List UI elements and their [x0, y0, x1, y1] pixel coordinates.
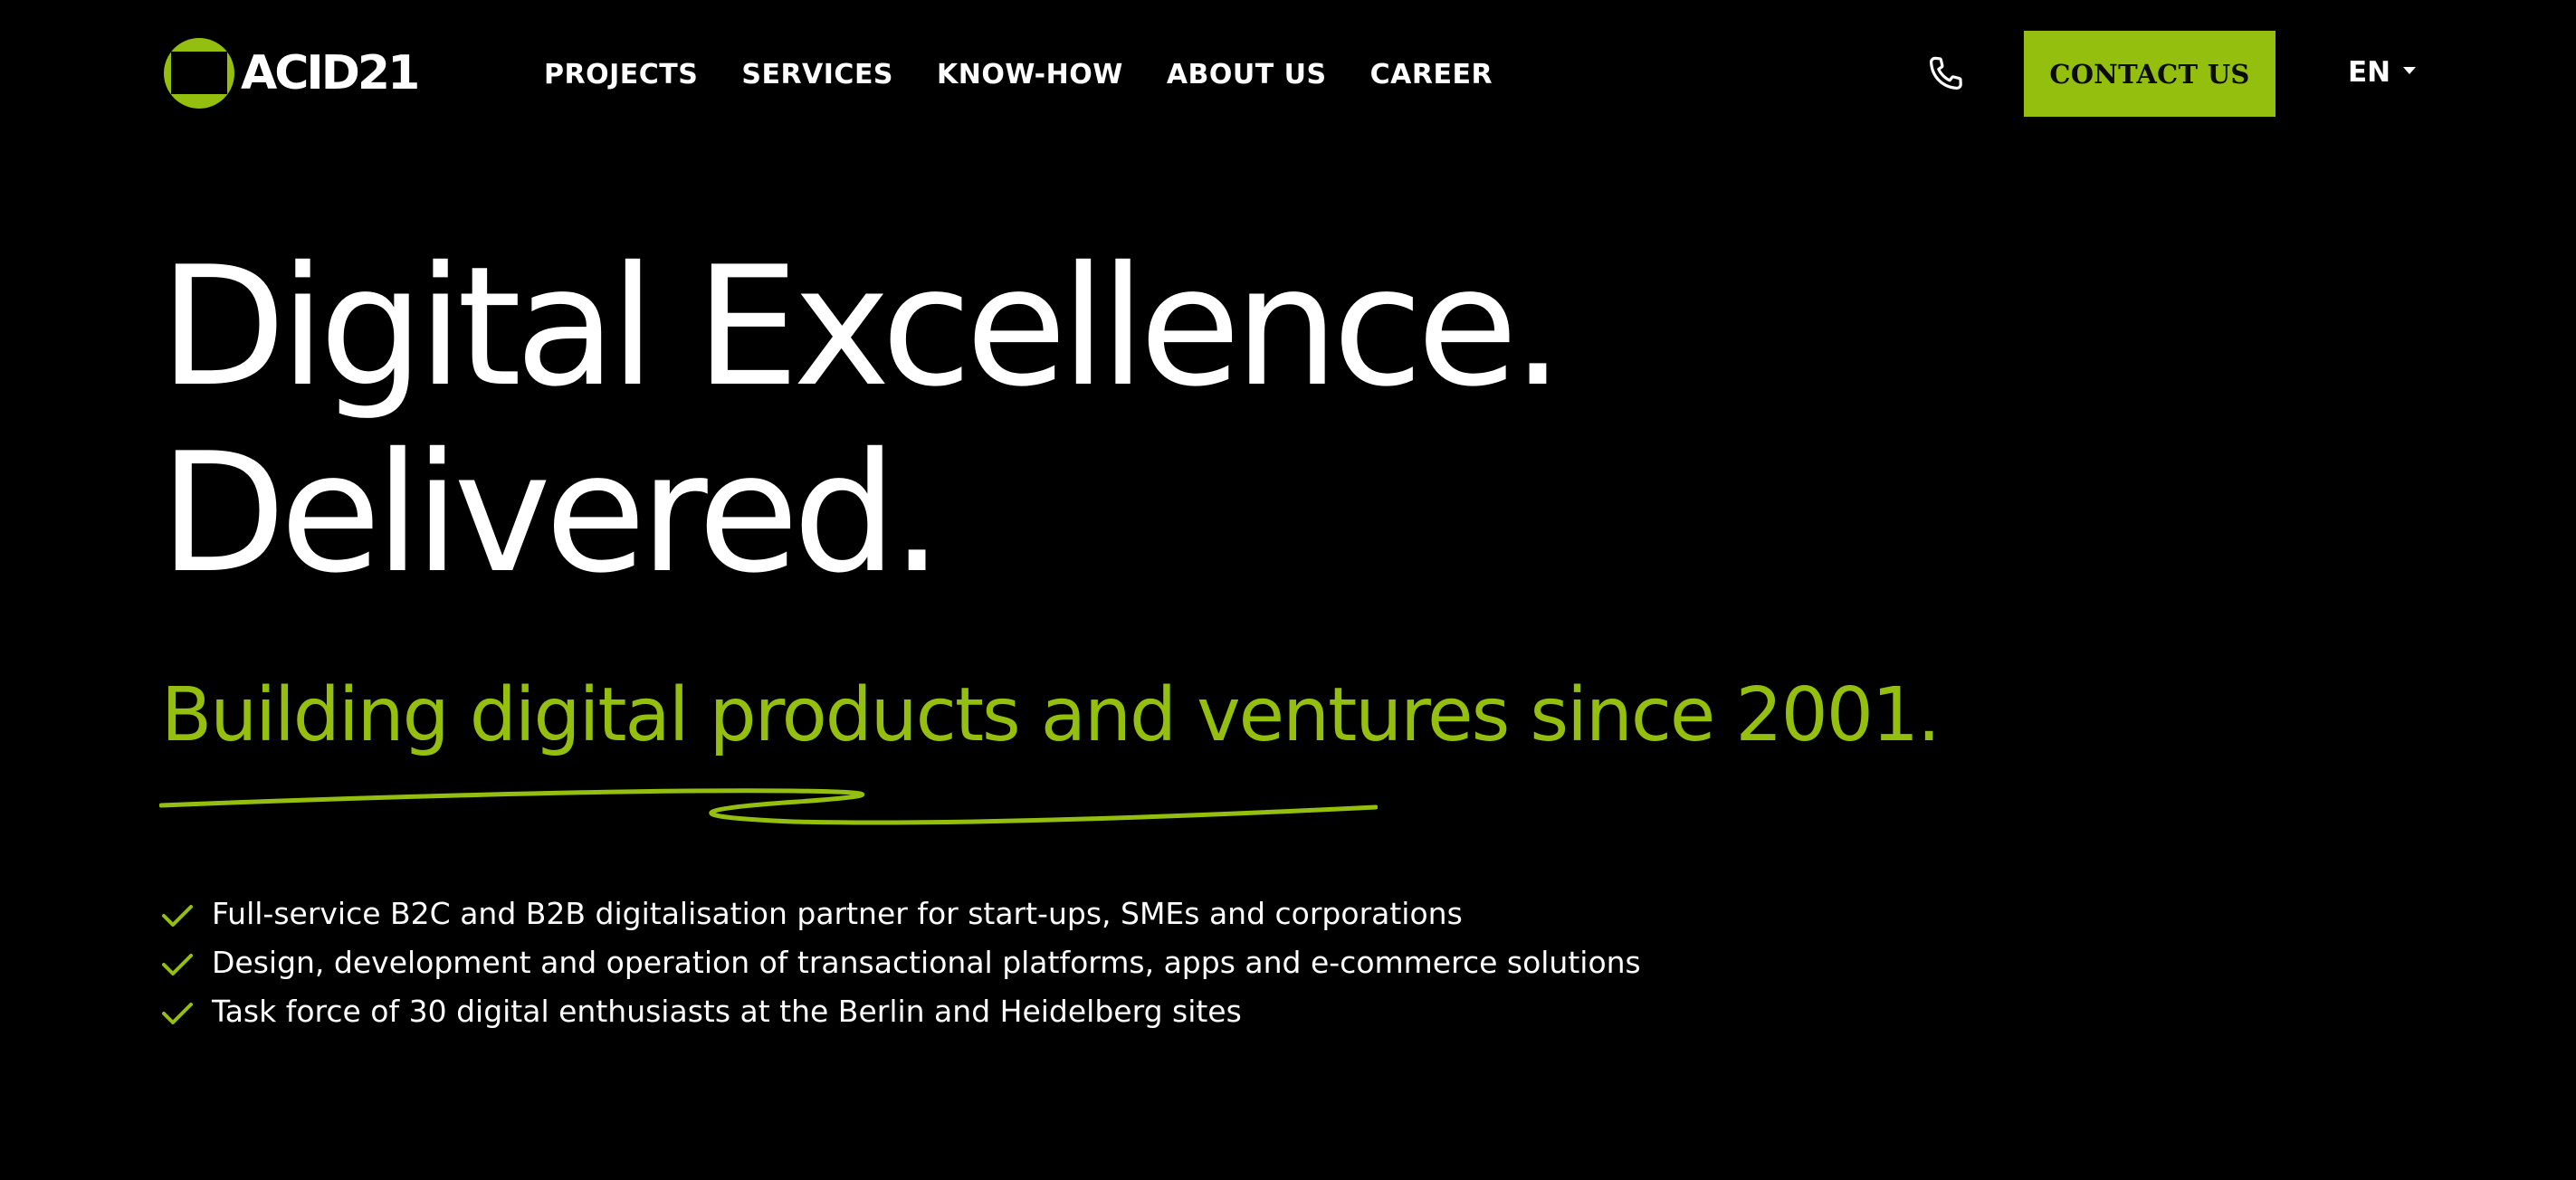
- nav-item-about-us[interactable]: ABOUT US: [1167, 59, 1327, 90]
- list-item: Task force of 30 digital enthusiasts at …: [161, 986, 1641, 1035]
- feature-text: Design, development and operation of tra…: [212, 944, 1641, 980]
- main-nav: PROJECTS SERVICES KNOW-HOW ABOUT US CARE…: [544, 52, 1536, 96]
- contact-us-button[interactable]: CONTACT US: [2024, 31, 2275, 117]
- hero-title: Digital Excellence. Delivered.: [159, 233, 2151, 606]
- logo-link[interactable]: ACID21: [163, 36, 420, 110]
- squiggle-underline: [159, 788, 1378, 825]
- nav-item-career[interactable]: CAREER: [1370, 59, 1493, 90]
- check-icon: [162, 1003, 193, 1024]
- feature-text: Full-service B2C and B2B digitalisation …: [212, 895, 1463, 931]
- check-icon: [162, 954, 193, 975]
- language-label: EN: [2348, 56, 2391, 89]
- list-item: Design, development and operation of tra…: [161, 937, 1641, 986]
- site-header: ACID21 PROJECTS SERVICES KNOW-HOW ABOUT …: [0, 0, 2576, 149]
- logo-text: ACID21: [241, 46, 420, 100]
- feature-text: Task force of 30 digital enthusiasts at …: [212, 993, 1242, 1029]
- acid21-logo-icon: [164, 38, 234, 109]
- nav-item-services[interactable]: SERVICES: [741, 59, 893, 90]
- list-item: Full-service B2C and B2B digitalisation …: [161, 889, 1641, 937]
- caret-down-icon: [2403, 67, 2417, 74]
- check-icon: [162, 905, 193, 927]
- hero-subtitle: Building digital products and ventures s…: [161, 672, 1941, 758]
- phone-icon[interactable]: [1923, 52, 1967, 96]
- feature-list: Full-service B2C and B2B digitalisation …: [161, 889, 1641, 1035]
- nav-item-know-how[interactable]: KNOW-HOW: [937, 59, 1123, 90]
- language-select[interactable]: EN: [2348, 52, 2417, 92]
- nav-item-projects[interactable]: PROJECTS: [544, 59, 698, 90]
- hero-title-line-2: Delivered.: [159, 417, 943, 609]
- hero-title-line-1: Digital Excellence.: [159, 231, 1564, 423]
